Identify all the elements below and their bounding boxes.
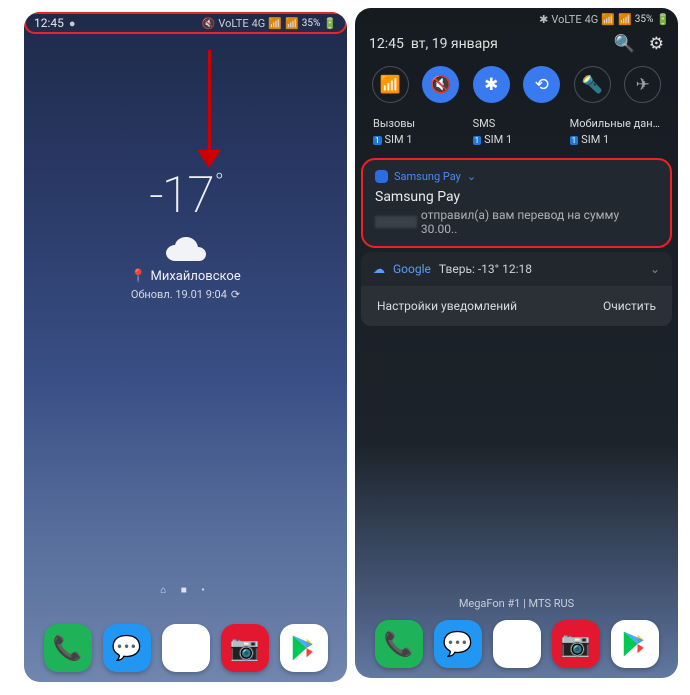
quick-toggles: 📶 🔇 ✱ ⟲ 🔦 ✈ bbox=[355, 58, 678, 111]
sim-calls[interactable]: Вызовы 1SIM 1 bbox=[373, 117, 415, 146]
refresh-icon: ⟳ bbox=[231, 288, 240, 301]
messages-app-icon[interactable]: 💬 bbox=[434, 620, 482, 668]
notif-title: Samsung Pay bbox=[375, 189, 658, 205]
weather-updated: Обновл. 19.01 9:04 ⟳ bbox=[24, 288, 347, 301]
samsung-pay-icon bbox=[375, 170, 388, 183]
volte-icon: VoLTE bbox=[218, 17, 248, 30]
play-store-icon[interactable] bbox=[611, 620, 659, 668]
airplane-toggle[interactable]: ✈ bbox=[624, 66, 661, 103]
signal-icon: 📶 bbox=[618, 13, 632, 26]
messages-app-icon[interactable]: 💬 bbox=[103, 624, 151, 672]
network-icon: 4G bbox=[585, 13, 599, 26]
network-icon: 4G bbox=[252, 17, 266, 30]
notif-body: отправил(а) вам перевод на сумму 30.00.. bbox=[375, 208, 658, 236]
yandex-app-icon[interactable]: Y bbox=[162, 624, 210, 672]
wifi-toggle[interactable]: 📶 bbox=[372, 66, 409, 103]
sim-row: Вызовы 1SIM 1 SMS 1SIM 1 Мобильные дан… … bbox=[355, 111, 678, 154]
play-store-icon[interactable] bbox=[280, 624, 328, 672]
app-dock: 📞 💬 Y 📷 bbox=[24, 624, 347, 672]
volte-icon: VoLTE bbox=[551, 13, 581, 26]
camera-app-icon[interactable]: 📷 bbox=[552, 620, 600, 668]
app-dock: 📞 💬 Y 📷 bbox=[355, 620, 678, 668]
page-indicator: ⌂ ■ • bbox=[24, 585, 347, 596]
torch-toggle[interactable]: 🔦 bbox=[574, 66, 611, 103]
notif-app-name: Samsung Pay bbox=[394, 170, 461, 183]
cloud-icon bbox=[164, 235, 208, 261]
notification-samsung-pay[interactable]: Samsung Pay ⌄ Samsung Pay отправил(а) ва… bbox=[361, 158, 672, 248]
sound-toggle[interactable]: 🔇 bbox=[422, 66, 459, 103]
phone-notification-shade: ✱ VoLTE 4G 📶 📶 35% 🔋 12:45 вт, 19 января… bbox=[355, 8, 678, 678]
carrier-label: MegaFon #1 | MTS RUS bbox=[355, 597, 678, 610]
battery-percent: 35% bbox=[302, 18, 321, 29]
clear-button[interactable]: Очистить bbox=[603, 299, 656, 313]
bluetooth-icon: ✱ bbox=[539, 13, 548, 26]
annotation-arrow bbox=[194, 50, 224, 170]
mute-icon: 🔇 bbox=[202, 17, 216, 30]
rotate-toggle[interactable]: ⟲ bbox=[523, 66, 560, 103]
google-weather-icon: ☁ bbox=[373, 262, 385, 276]
quick-settings-header: 12:45 вт, 19 января 🔍 ⚙ bbox=[355, 30, 678, 58]
status-time: 12:45 bbox=[34, 16, 64, 30]
notif-dot-icon: ● bbox=[69, 17, 76, 30]
notif-weather-text: Тверь: -13° 12:18 bbox=[439, 262, 532, 276]
chevron-down-icon[interactable]: ⌄ bbox=[467, 170, 476, 183]
pin-icon: 📍 bbox=[130, 269, 146, 284]
battery-icon: 🔋 bbox=[656, 13, 670, 26]
status-bar[interactable]: 12:45 ● 🔇 VoLTE 4G 📶 📶 35% 🔋 bbox=[24, 12, 347, 34]
weather-location: 📍 Михайловское bbox=[24, 269, 347, 284]
signal-icon: 📶 bbox=[601, 13, 615, 26]
phone-app-icon[interactable]: 📞 bbox=[44, 624, 92, 672]
camera-app-icon[interactable]: 📷 bbox=[221, 624, 269, 672]
notif-app-name: Google bbox=[393, 262, 431, 276]
temperature: -17° bbox=[24, 167, 347, 225]
chevron-down-icon[interactable]: ⌄ bbox=[650, 262, 660, 276]
gear-icon[interactable]: ⚙ bbox=[649, 34, 664, 54]
sim-sms[interactable]: SMS 1SIM 1 bbox=[473, 117, 513, 146]
notification-footer: Настройки уведомлений Очистить bbox=[361, 286, 672, 326]
bluetooth-toggle[interactable]: ✱ bbox=[473, 66, 510, 103]
datetime: 12:45 вт, 19 января bbox=[369, 36, 498, 52]
battery-icon: 🔋 bbox=[323, 17, 337, 30]
signal-icon: 📶 bbox=[285, 17, 299, 30]
notification-google[interactable]: ☁ Google Тверь: -13° 12:18 ⌄ bbox=[361, 252, 672, 286]
redacted-sender bbox=[375, 216, 417, 228]
phone-app-icon[interactable]: 📞 bbox=[375, 620, 423, 668]
weather-widget[interactable]: -17° 📍 Михайловское Обновл. 19.01 9:04 ⟳ bbox=[24, 167, 347, 301]
yandex-app-icon[interactable]: Y bbox=[493, 620, 541, 668]
phone-home-screen: 12:45 ● 🔇 VoLTE 4G 📶 📶 35% 🔋 -17° 📍 Миха… bbox=[24, 12, 347, 682]
battery-percent: 35% bbox=[635, 14, 654, 25]
notification-settings-button[interactable]: Настройки уведомлений bbox=[377, 299, 517, 313]
search-icon[interactable]: 🔍 bbox=[614, 34, 635, 54]
signal-icon: 📶 bbox=[268, 17, 282, 30]
sim-data[interactable]: Мобильные дан… 1SIM 1 bbox=[570, 117, 660, 146]
status-bar: ✱ VoLTE 4G 📶 📶 35% 🔋 bbox=[355, 8, 678, 30]
